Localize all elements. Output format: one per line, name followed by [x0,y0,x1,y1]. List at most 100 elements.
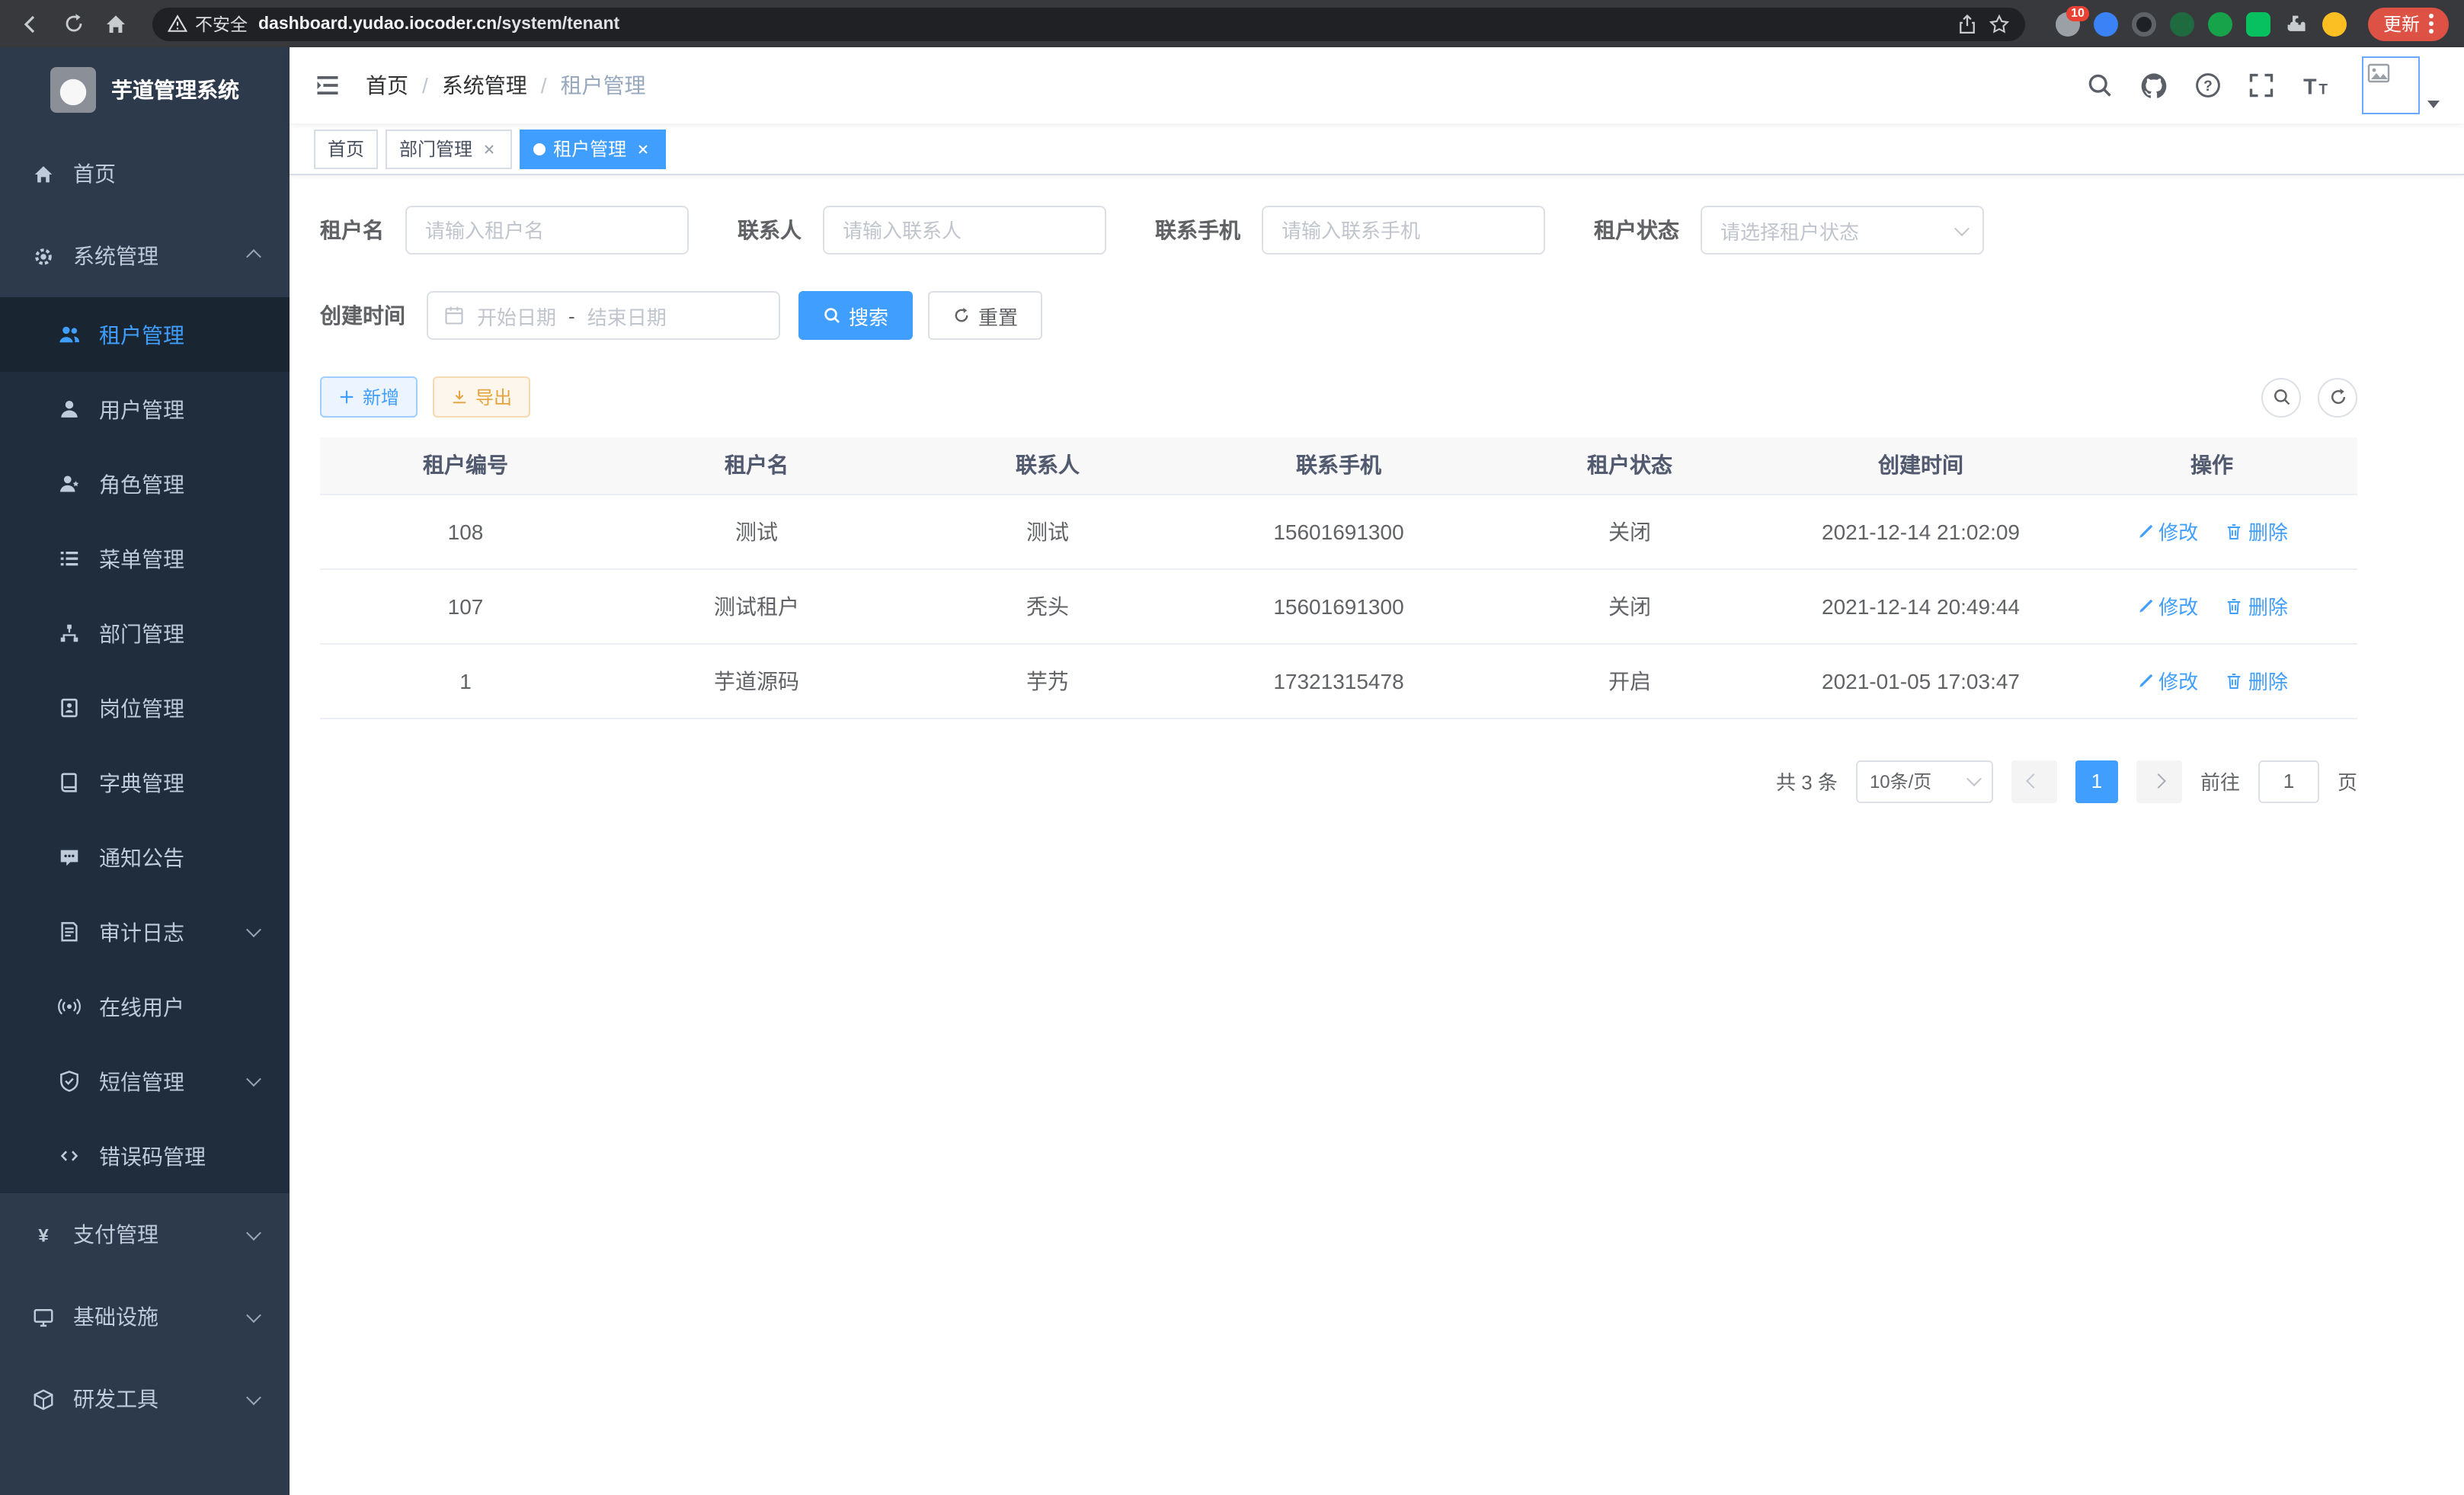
table-row: 108 测试 测试 15601691300 关闭 2021-12-14 21:0… [320,494,2357,568]
contact-input[interactable] [823,206,1106,255]
caret-down-icon [2427,101,2440,108]
table-row: 1 芋道源码 芋艿 17321315478 开启 2021-01-05 17:0… [320,643,2357,718]
extension-icon-8[interactable] [2322,11,2347,36]
font-size-icon[interactable]: TT [2301,71,2330,100]
breadcrumb: 首页 / 系统管理 / 租户管理 [366,70,646,101]
puzzle-extensions-icon[interactable] [2284,11,2309,36]
refresh-icon [952,306,971,325]
calendar-icon [443,305,465,326]
sidebar-item-label: 岗位管理 [99,693,184,723]
delete-link[interactable]: 删除 [2226,591,2288,620]
phone-input[interactable] [1262,206,1545,255]
date-range-picker[interactable]: 开始日期 - 结束日期 [427,291,780,340]
close-icon[interactable] [634,139,652,158]
tenant-name-input[interactable] [405,206,689,255]
sidebar-item-sms[interactable]: 短信管理 [0,1044,290,1119]
sidebar-item-label: 用户管理 [99,394,184,424]
url-path: /system/tenant [497,14,619,33]
sidebar-item-tenant[interactable]: 租户管理 [0,297,290,372]
security-label: 不安全 [195,11,248,36]
avatar[interactable] [2362,56,2420,114]
update-button[interactable]: 更新 [2368,7,2449,40]
tab-tenant[interactable]: 租户管理 [520,129,666,168]
pagination: 共 3 条 10条/页 1 前往 页 [320,760,2357,802]
message-icon [56,845,81,869]
sidebar-item-notice[interactable]: 通知公告 [0,820,290,895]
col-contact: 联系人 [902,437,1193,494]
page-content: 租户名 联系人 联系手机 租户状态 请选择租户状态 [320,175,2357,802]
sidebar-item-menu[interactable]: 菜单管理 [0,521,290,596]
fullscreen-icon[interactable] [2248,72,2275,99]
user-menu[interactable] [2362,56,2440,114]
sidebar-item-online-users[interactable]: 在线用户 [0,969,290,1044]
sidebar-item-system[interactable]: 系统管理 [0,215,290,297]
reload-icon[interactable] [58,8,88,39]
svg-text:T: T [2303,75,2317,99]
search-button[interactable]: 搜索 [798,291,913,340]
edit-link[interactable]: 修改 [2136,666,2198,695]
tab-label: 首页 [328,136,364,162]
home-browser-icon[interactable] [101,8,131,39]
sidebar-item-audit-log[interactable]: 审计日志 [0,895,290,969]
delete-link[interactable]: 删除 [2226,517,2288,546]
status-select[interactable]: 请选择租户状态 [1701,206,1984,255]
breadcrumb-home[interactable]: 首页 [366,70,408,101]
page-number-1[interactable]: 1 [2075,760,2118,802]
delete-link[interactable]: 删除 [2226,666,2288,695]
toggle-search-icon[interactable] [2261,377,2301,417]
extension-icon-6[interactable] [2246,11,2270,36]
sidebar-item-infra[interactable]: 基础设施 [0,1276,290,1358]
table-header-row: 租户编号 租户名 联系人 联系手机 租户状态 创建时间 操作 [320,437,2357,494]
edit-link[interactable]: 修改 [2136,591,2198,620]
breadcrumb-system[interactable]: 系统管理 [442,70,527,101]
tenant-table: 租户编号 租户名 联系人 联系手机 租户状态 创建时间 操作 108 测试 测试 [320,437,2357,719]
help-icon[interactable]: ? [2194,72,2222,99]
close-icon[interactable] [480,139,498,158]
sidebar-item-dict[interactable]: 字典管理 [0,745,290,820]
sidebar-item-label: 错误码管理 [99,1141,206,1171]
sidebar-item-post[interactable]: 岗位管理 [0,671,290,745]
logo[interactable]: 芋道管理系统 [0,47,290,133]
goto-page-input[interactable] [2258,760,2319,802]
search-icon[interactable] [2086,72,2114,99]
sidebar-item-error-code[interactable]: 错误码管理 [0,1119,290,1193]
github-icon[interactable] [2139,71,2168,100]
cell-tenant-name: 芋道源码 [611,643,902,718]
tab-home[interactable]: 首页 [314,129,378,168]
prev-page-button[interactable] [2011,760,2057,802]
extension-icon-2[interactable] [2094,11,2118,36]
chevron-down-icon [246,922,261,937]
table-tools [2261,377,2357,417]
extension-icon-3[interactable] [2132,11,2156,36]
sidebar-item-home[interactable]: 首页 [0,133,290,215]
bookmark-star-icon[interactable] [1989,13,2010,34]
extension-icon-1[interactable]: 10 [2056,11,2080,36]
edit-link[interactable]: 修改 [2136,517,2198,546]
page-size-select[interactable]: 10条/页 [1856,760,1993,802]
menu-dots-icon[interactable] [2429,14,2434,34]
next-page-button[interactable] [2136,760,2182,802]
export-button[interactable]: 导出 [433,376,530,418]
refresh-table-icon[interactable] [2318,377,2357,417]
sidebar-collapse-icon[interactable] [314,72,341,99]
chevron-down-icon [246,1224,261,1240]
sidebar-item-user[interactable]: 用户管理 [0,372,290,447]
tab-label: 部门管理 [399,136,472,162]
sidebar-item-dev-tools[interactable]: 研发工具 [0,1358,290,1440]
share-icon[interactable] [1957,13,1978,34]
tab-dept[interactable]: 部门管理 [386,129,512,168]
extension-icon-5[interactable] [2208,11,2232,36]
extension-icon-4[interactable] [2170,11,2194,36]
address-bar[interactable]: 不安全 dashboard.yudao.iocoder.cn/system/te… [152,7,2025,40]
sidebar-item-label: 部门管理 [99,618,184,648]
user-icon [56,397,81,421]
back-icon[interactable] [15,8,46,39]
table-row: 107 测试租户 秃头 15601691300 关闭 2021-12-14 20… [320,568,2357,643]
add-button[interactable]: 新增 [320,376,418,418]
sidebar-item-role[interactable]: 角色管理 [0,447,290,521]
sidebar-item-dept[interactable]: 部门管理 [0,596,290,671]
sidebar-item-payment[interactable]: ¥ 支付管理 [0,1193,290,1276]
reset-button[interactable]: 重置 [928,291,1042,340]
security-chip[interactable]: 不安全 [168,11,248,36]
warning-icon [168,14,187,34]
